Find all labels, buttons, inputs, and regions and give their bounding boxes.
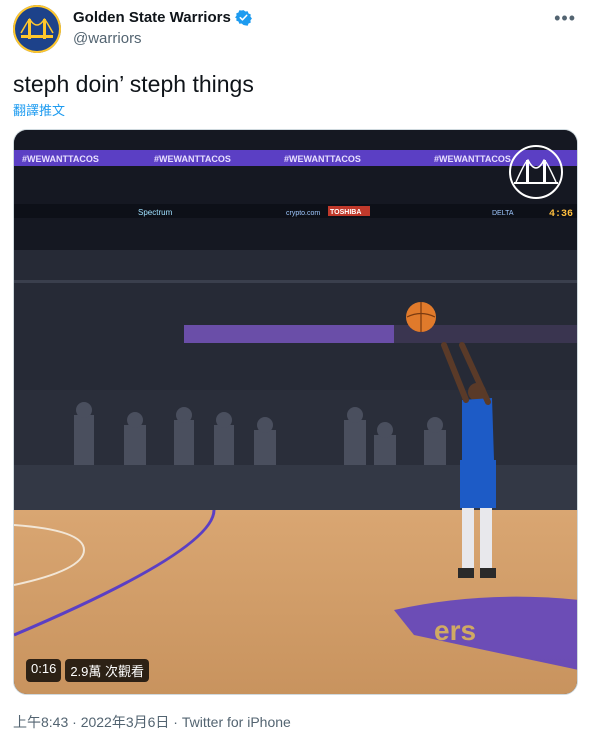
sponsor-toshiba: TOSHIBA: [330, 209, 361, 216]
warriors-bridge-logo-icon: [16, 8, 58, 50]
footer-separator-2: ·: [169, 714, 182, 730]
tweet-text: steph doin’ steph things: [13, 71, 254, 97]
tweet-source[interactable]: Twitter for iPhone: [182, 714, 291, 730]
sponsor-spectrum: Spectrum: [138, 208, 173, 217]
sponsor-delta: DELTA: [492, 210, 514, 217]
banner-text: #WEWANTTACOS: [22, 154, 99, 164]
display-name[interactable]: Golden State Warriors: [73, 9, 231, 26]
verified-badge-icon: [234, 10, 252, 26]
tweet-date[interactable]: 2022年3月6日: [81, 714, 170, 730]
svg-text:#WEWANTTACOS: #WEWANTTACOS: [434, 154, 511, 164]
svg-text:#WEWANTTACOS: #WEWANTTACOS: [284, 154, 361, 164]
svg-text:ers: ers: [434, 615, 476, 646]
svg-text:#WEWANTTACOS: #WEWANTTACOS: [154, 154, 231, 164]
footer-separator: ·: [68, 714, 81, 730]
video-player[interactable]: #WEWANTTACOS #WEWANTTACOS #WEWANTTACOS #…: [13, 129, 578, 695]
tweet-time[interactable]: 上午8:43: [13, 714, 68, 730]
game-clock: 4:36: [549, 209, 573, 220]
sponsor-crypto: crypto.com: [286, 210, 320, 217]
video-view-count: 2.9萬 次觀看: [65, 659, 149, 682]
author-avatar[interactable]: [13, 5, 61, 53]
translate-link[interactable]: 翻譯推文: [13, 100, 65, 119]
video-frame: #WEWANTTACOS #WEWANTTACOS #WEWANTTACOS #…: [14, 130, 577, 694]
more-options-icon[interactable]: •••: [554, 8, 576, 29]
video-duration: 0:16: [26, 659, 62, 682]
author-handle[interactable]: @warriors: [73, 30, 142, 47]
